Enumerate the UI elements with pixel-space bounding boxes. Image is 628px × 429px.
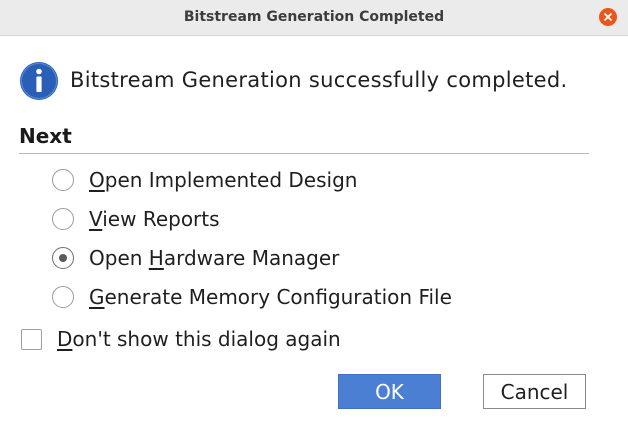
option-generate-memory-configuration-file[interactable]: Generate Memory Configuration File [52,283,512,311]
option-view-reports[interactable]: View Reports [52,205,512,233]
option-label: View Reports [89,207,220,231]
radio-button[interactable] [52,169,74,191]
completion-message: Bitstream Generation successfully comple… [70,68,568,92]
bitstream-completed-dialog: Bitstream Generation Completed Bitstream… [0,0,628,429]
label-rest: enerate Memory Configuration File [104,285,452,309]
mnemonic: V [89,207,103,231]
next-section-title: Next [19,124,72,148]
label-rest: pen Implemented Design [104,168,358,192]
option-label: Open Hardware Manager [89,246,339,270]
radio-button[interactable] [52,208,74,230]
radio-button[interactable] [52,286,74,308]
close-button[interactable] [599,8,617,26]
dont-show-again-option[interactable]: Don't show this dialog again [21,325,421,353]
section-divider [19,153,589,154]
mnemonic: H [148,246,164,270]
mnemonic: D [57,327,73,351]
option-label: Open Implemented Design [89,168,357,192]
label-before: Open [89,246,149,270]
label-rest: ardware Manager [163,246,340,270]
dont-show-label: Don't show this dialog again [57,327,341,351]
cancel-button[interactable]: Cancel [483,374,586,409]
option-open-implemented-design[interactable]: Open Implemented Design [52,166,512,194]
ok-button[interactable]: OK [338,374,441,409]
title-bar[interactable]: Bitstream Generation Completed [0,0,628,36]
info-icon [20,62,58,100]
label-rest: on't show this dialog again [72,327,341,351]
label-rest: iew Reports [102,207,220,231]
option-label: Generate Memory Configuration File [89,285,452,309]
dont-show-checkbox[interactable] [21,328,42,350]
option-open-hardware-manager[interactable]: Open Hardware Manager [52,244,512,272]
radio-button-selected[interactable] [52,247,74,269]
mnemonic: G [89,285,105,309]
close-icon [604,13,612,21]
dialog-title: Bitstream Generation Completed [183,9,445,25]
mnemonic: O [89,168,105,192]
radio-dot [59,254,67,262]
